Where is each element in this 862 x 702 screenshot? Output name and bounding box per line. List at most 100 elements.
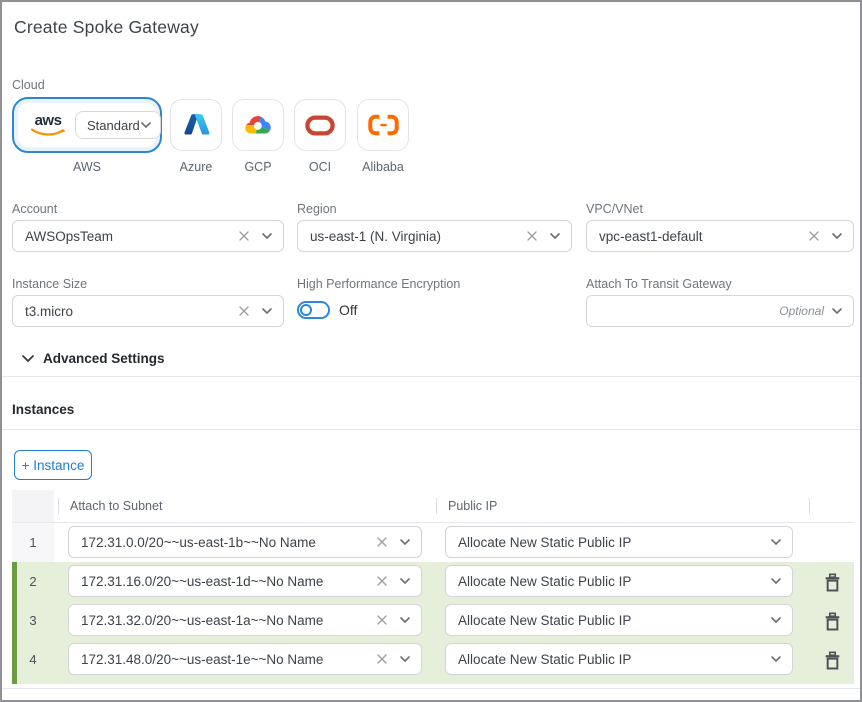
chevron-down-icon[interactable] [262, 233, 272, 239]
clear-icon[interactable] [239, 306, 249, 316]
chevron-down-icon [22, 355, 34, 362]
public-ip-select[interactable]: Allocate New Static Public IP [445, 643, 793, 675]
clear-icon[interactable] [809, 231, 819, 241]
public-ip-select[interactable]: Allocate New Static Public IP [445, 526, 793, 558]
subnet-value: 172.31.32.0/20~~us-east-1a~~No Name [81, 613, 369, 628]
gcp-icon [242, 112, 274, 139]
row-number-text: 3 [29, 613, 36, 628]
clear-icon[interactable] [239, 231, 249, 241]
subnet-value: 172.31.0.0/20~~us-east-1b~~No Name [81, 535, 369, 550]
public-ip-select[interactable]: Allocate New Static Public IP [445, 604, 793, 636]
hpe-toggle-knob [300, 304, 312, 316]
highlight-spacer [12, 679, 854, 684]
chevron-down-icon[interactable] [400, 656, 410, 662]
aws-logo-text: aws [35, 113, 62, 128]
cloud-provider-azure[interactable] [170, 99, 222, 151]
instances-table-body: 1 172.31.0.0/20~~us-east-1b~~No Name All… [12, 523, 854, 684]
region-label: Region [297, 202, 337, 216]
divider [2, 688, 862, 689]
transit-gateway-placeholder: Optional [599, 304, 824, 318]
subnet-select[interactable]: 172.31.48.0/20~~us-east-1e~~No Name [68, 643, 422, 675]
add-instance-button[interactable]: + Instance [14, 450, 92, 480]
advanced-settings-toggle[interactable]: Advanced Settings [22, 351, 165, 366]
chevron-down-icon[interactable] [771, 617, 781, 623]
oci-icon [305, 115, 335, 136]
chevron-down-icon[interactable] [832, 308, 842, 314]
clear-icon[interactable] [377, 654, 387, 664]
cloud-provider-aws[interactable]: aws Standard [12, 97, 162, 153]
chevron-down-icon[interactable] [832, 233, 842, 239]
hpe-label: High Performance Encryption [297, 277, 460, 291]
cloud-provider-alibaba-label: Alibaba [357, 160, 409, 174]
trash-icon [824, 573, 841, 592]
instances-heading: Instances [12, 402, 74, 417]
instances-table-header: Attach to Subnet Public IP [12, 490, 854, 523]
chevron-down-icon[interactable] [771, 539, 781, 545]
attach-to-subnet-column-header: Attach to Subnet [70, 499, 162, 513]
cloud-provider-aws-label: AWS [12, 160, 162, 174]
header-separator [436, 498, 437, 514]
instance-size-label: Instance Size [12, 277, 87, 291]
vpc-value: vpc-east1-default [599, 229, 801, 244]
row-number-text: 1 [29, 535, 36, 550]
cloud-field-label: Cloud [12, 78, 45, 92]
header-separator [58, 498, 59, 514]
subnet-select[interactable]: 172.31.32.0/20~~us-east-1a~~No Name [68, 604, 422, 636]
create-spoke-gateway-panel: Create Spoke Gateway Cloud aws Standard … [0, 0, 862, 702]
cloud-provider-gcp[interactable] [232, 99, 284, 151]
delete-row-button[interactable] [818, 647, 846, 673]
instances-table: Attach to Subnet Public IP 1 172.31.0.0/… [12, 490, 854, 684]
subnet-select[interactable]: 172.31.0.0/20~~us-east-1b~~No Name [68, 526, 422, 558]
chevron-down-icon[interactable] [262, 308, 272, 314]
subnet-value: 172.31.16.0/20~~us-east-1d~~No Name [81, 574, 369, 589]
divider [2, 429, 862, 430]
chevron-down-icon[interactable] [550, 233, 560, 239]
region-select[interactable]: us-east-1 (N. Virginia) [297, 220, 572, 252]
subnet-value: 172.31.48.0/20~~us-east-1e~~No Name [81, 652, 369, 667]
azure-icon [182, 111, 210, 139]
vpc-select[interactable]: vpc-east1-default [586, 220, 854, 252]
chevron-down-icon[interactable] [771, 578, 781, 584]
aws-tier-select[interactable]: Standard [75, 111, 161, 139]
chevron-down-icon[interactable] [400, 539, 410, 545]
clear-icon[interactable] [377, 615, 387, 625]
hpe-state-text: Off [339, 302, 357, 318]
delete-row-button[interactable] [818, 608, 846, 634]
aws-swoosh-icon [30, 128, 66, 137]
account-value: AWSOpsTeam [25, 229, 231, 244]
public-ip-select[interactable]: Allocate New Static Public IP [445, 565, 793, 597]
account-select[interactable]: AWSOpsTeam [12, 220, 284, 252]
table-row: 3 172.31.32.0/20~~us-east-1a~~No Name Al… [12, 601, 854, 640]
clear-icon[interactable] [527, 231, 537, 241]
table-row: 4 172.31.48.0/20~~us-east-1e~~No Name Al… [12, 640, 854, 679]
header-separator [809, 498, 810, 514]
subnet-select[interactable]: 172.31.16.0/20~~us-east-1d~~No Name [68, 565, 422, 597]
chevron-down-icon[interactable] [771, 656, 781, 662]
table-row: 1 172.31.0.0/20~~us-east-1b~~No Name All… [12, 523, 854, 562]
row-number: 2 [12, 562, 54, 601]
instance-size-select[interactable]: t3.micro [12, 295, 284, 327]
chevron-down-icon[interactable] [400, 578, 410, 584]
chevron-down-icon[interactable] [141, 122, 151, 128]
aws-tier-value: Standard [87, 118, 140, 133]
clear-icon[interactable] [377, 537, 387, 547]
trash-icon [824, 651, 841, 670]
row-number-text: 2 [29, 574, 36, 589]
trash-icon [824, 612, 841, 631]
cloud-provider-azure-label: Azure [170, 160, 222, 174]
row-number-text: 4 [29, 652, 36, 667]
transit-gateway-label: Attach To Transit Gateway [586, 277, 732, 291]
chevron-down-icon[interactable] [400, 617, 410, 623]
transit-gateway-select[interactable]: Optional [586, 295, 854, 327]
account-label: Account [12, 202, 57, 216]
page-title: Create Spoke Gateway [14, 17, 199, 38]
cloud-provider-alibaba[interactable] [357, 99, 409, 151]
cloud-provider-oci[interactable] [294, 99, 346, 151]
clear-icon[interactable] [377, 576, 387, 586]
table-row: 2 172.31.16.0/20~~us-east-1d~~No Name Al… [12, 562, 854, 601]
public-ip-value: Allocate New Static Public IP [458, 574, 763, 589]
delete-row-button[interactable] [818, 569, 846, 595]
public-ip-column-header: Public IP [448, 499, 497, 513]
hpe-toggle[interactable] [297, 301, 330, 319]
region-value: us-east-1 (N. Virginia) [310, 229, 519, 244]
